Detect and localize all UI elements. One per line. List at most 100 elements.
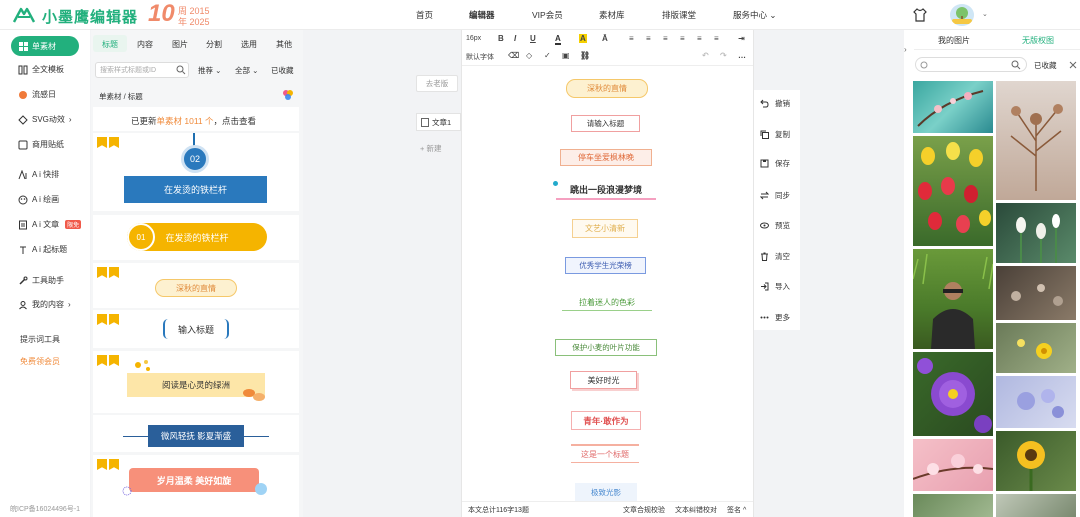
sidebar-item-free-vip[interactable]: 免费领会员 [20, 356, 60, 367]
tab-divider[interactable]: 分割 [206, 39, 222, 50]
sidebar-item-full-template[interactable]: 全文模板 [18, 64, 64, 75]
photo-snowdrops[interactable] [996, 203, 1076, 263]
photo-pink-blossom[interactable] [913, 439, 993, 491]
template-romantic[interactable]: 跳出一段浪漫梦境 [556, 180, 656, 200]
nav-vip[interactable]: VIP会员 [532, 9, 563, 21]
photo-man-in-grass[interactable] [913, 249, 993, 349]
shirt-icon[interactable] [912, 7, 928, 23]
tab-other[interactable]: 其他 [276, 39, 292, 50]
tab-free-images[interactable]: 无版权图 [1022, 35, 1054, 46]
nav-material-library[interactable]: 素材库 [599, 9, 625, 21]
sidebar-item-my-content[interactable]: 我的内容 › [18, 299, 71, 310]
link-icon[interactable]: ⛓ [580, 51, 590, 60]
clear-button[interactable]: 清空 [760, 251, 790, 262]
list-icon[interactable]: ≡ [697, 34, 702, 43]
nav-service-center[interactable]: 服务中心 ⌄ [733, 9, 777, 21]
photo-lilac-blossom[interactable] [996, 376, 1076, 428]
filter-all[interactable]: 全部 ⌄ [235, 65, 258, 76]
italic-icon[interactable]: I [514, 34, 516, 43]
sidebar-item-ai-quick[interactable]: A i 快排 [18, 169, 59, 180]
photo-yellow-flower[interactable] [996, 323, 1076, 373]
color-palette-icon[interactable] [282, 89, 294, 101]
filter-favorited[interactable]: 已收藏 [271, 65, 294, 76]
sidebar-item-flu-day[interactable]: 流感日 [18, 89, 56, 100]
template-wheat[interactable]: 保护小麦的叶片功能 [555, 339, 657, 356]
icp-text[interactable]: 皖ICP备16024496号-1 [10, 504, 80, 514]
sidebar-item-svg[interactable]: SVG动效 › [18, 114, 72, 125]
align-right-icon[interactable]: ≡ [663, 34, 668, 43]
tab-image[interactable]: 图片 [172, 39, 188, 50]
photo-dry-plant[interactable] [996, 81, 1076, 200]
material-card[interactable]: 在发烫的铁栏杆 01 [93, 215, 299, 260]
document-item[interactable]: 文章1 [416, 113, 461, 131]
save-button[interactable]: 保存 [760, 158, 790, 169]
eraser-icon[interactable]: ⌫ [508, 51, 519, 60]
photo-sunflower[interactable] [996, 431, 1076, 491]
font-color-icon[interactable]: A [555, 34, 561, 45]
material-card[interactable]: 深秋的直情 [93, 263, 299, 308]
font-family-select[interactable]: 默认字体 [466, 52, 494, 62]
image-icon[interactable]: ▣ [562, 51, 570, 60]
check-icon[interactable]: ✓ [544, 51, 551, 60]
collapse-arrow-icon[interactable]: › [904, 45, 907, 54]
preview-button[interactable]: 预览 [760, 220, 790, 231]
filter-recommend[interactable]: 推荐 ⌄ [198, 65, 221, 76]
tab-content[interactable]: 内容 [137, 39, 153, 50]
material-card[interactable]: 阅读是心灵的绿洲 [93, 351, 299, 413]
logo-icon[interactable] [12, 6, 36, 24]
logo-text[interactable]: 小墨鹰编辑器 [42, 6, 138, 27]
tab-my-images[interactable]: 我的图片 [938, 35, 970, 46]
justify-icon[interactable]: ≡ [680, 34, 685, 43]
bold-icon[interactable]: B [498, 34, 504, 43]
underline-icon[interactable]: U [530, 34, 536, 43]
sidebar-item-prompt-tool[interactable]: 提示词工具 [20, 334, 60, 345]
nav-editor[interactable]: 编辑器 [469, 9, 495, 21]
template-literary[interactable]: 文艺小清新 [572, 219, 638, 238]
photo-seed-heads[interactable] [996, 266, 1076, 320]
align-left-icon[interactable]: ≡ [629, 34, 634, 43]
favorites-link[interactable]: 已收藏 [1034, 60, 1057, 71]
highlight-icon[interactable]: A [579, 34, 587, 43]
template-youth[interactable]: 青年·敢作为 [571, 411, 641, 430]
old-version-button[interactable]: 去老版 [416, 75, 458, 92]
template-honor-roll[interactable]: 优秀学生光荣榜 [565, 257, 646, 274]
import-button[interactable]: 导入 [760, 281, 790, 292]
copy-button[interactable]: 复制 [760, 129, 790, 140]
template-input-title[interactable]: 请输入标题 [571, 115, 640, 132]
search-icon[interactable] [176, 65, 186, 75]
template-good-time[interactable]: 美好时光 [570, 371, 637, 389]
photo-pink-flowers[interactable] [913, 494, 993, 517]
search-icon[interactable] [1011, 60, 1021, 70]
sidebar-item-single-material[interactable]: 单素材 [11, 36, 79, 56]
font-size-select[interactable]: 16px [466, 35, 481, 42]
tab-selected[interactable]: 选用 [241, 39, 257, 50]
template-maple[interactable]: 停车坐爱枫林晚 [560, 149, 652, 166]
sidebar-item-sticker[interactable]: 商用贴纸 [18, 139, 64, 150]
sidebar-item-tools[interactable]: 工具助手 [18, 275, 64, 286]
material-card[interactable]: 输入标题 [93, 310, 299, 348]
material-card[interactable]: 02 在发烫的铁栏杆 [93, 133, 299, 211]
sidebar-item-ai-title[interactable]: A i 起标题 [18, 244, 67, 255]
compliance-check-button[interactable]: 文章合规校验 [623, 505, 665, 515]
ordered-list-icon[interactable]: ≡ [714, 34, 719, 43]
photo-teal-blossom[interactable] [913, 81, 993, 133]
template-light-shadow[interactable]: 极致光影 [575, 483, 637, 501]
more-toolbar-icon[interactable]: … [738, 51, 746, 60]
material-card[interactable]: 岁月温柔 美好如旋 [93, 455, 299, 517]
update-text[interactable]: 已更新单素材 1011 个，点击查看 [131, 115, 256, 127]
chevron-down-icon[interactable]: ⌄ [982, 10, 988, 18]
proofread-button[interactable]: 文本纠错校对 [675, 505, 717, 515]
close-icon[interactable] [1069, 61, 1077, 69]
undo-toolbar-icon[interactable]: ↶ [702, 51, 709, 60]
text-effect-icon[interactable]: Ā [602, 34, 608, 43]
format-brush-icon[interactable]: ◇ [526, 51, 532, 60]
redo-toolbar-icon[interactable]: ↷ [720, 51, 727, 60]
photo-meadow[interactable] [996, 494, 1076, 517]
tab-title[interactable]: 标题 [102, 39, 118, 50]
align-center-icon[interactable]: ≡ [646, 34, 651, 43]
nav-home[interactable]: 首页 [416, 9, 433, 21]
undo-button[interactable]: 撤销 [760, 98, 790, 109]
template-color[interactable]: 拉着迷人的色彩 [562, 295, 652, 311]
sidebar-item-ai-paint[interactable]: A i 绘画 [18, 194, 59, 205]
sidebar-item-ai-article[interactable]: A i 文章 限免 [18, 219, 82, 230]
